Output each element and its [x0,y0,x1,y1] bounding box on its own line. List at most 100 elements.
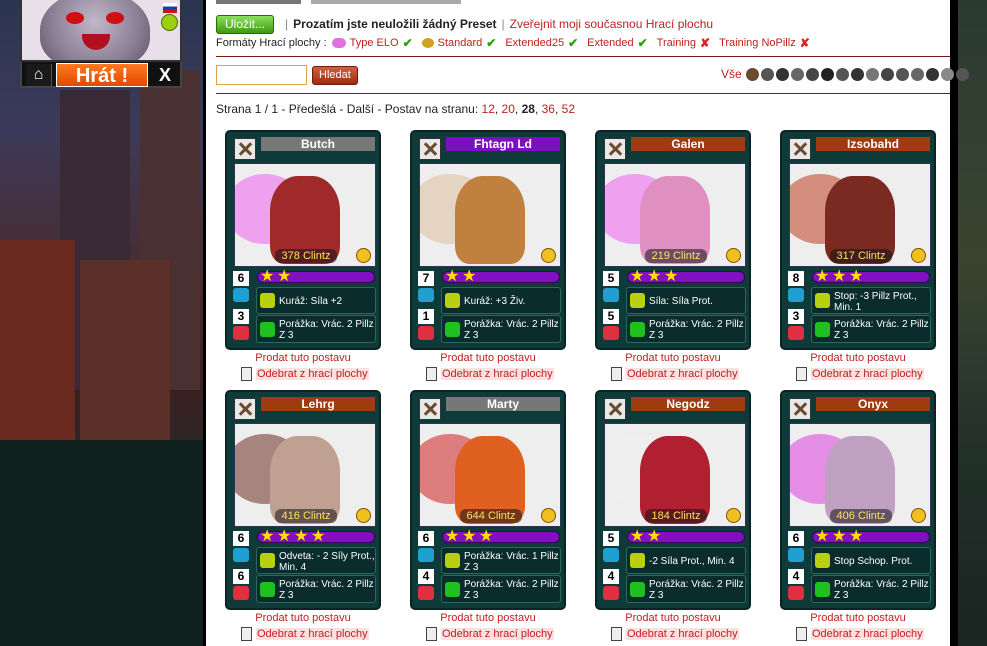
clan-filter-icon[interactable] [835,67,849,81]
card-frame[interactable]: Lehrg 416 Clintz 6 6 ★ ★ ★ ★ Odveta: - 2 Sí… [225,390,381,610]
card-frame[interactable]: Butch 378 Clintz 6 3 ★ ★ Kuráž: Síla +2 P… [225,130,381,350]
clintz-value: 378 Clintz [275,249,337,263]
sell-character-link[interactable]: Prodat tuto postavu [595,352,751,364]
card-frame[interactable]: Fhtagn Ld 7 1 ★ ★ Kuráž: +3 Živ. Porážka:… [410,130,566,350]
sell-character-link[interactable]: Prodat tuto postavu [410,612,566,624]
clan-filter-icon[interactable] [850,67,864,81]
damage-value: 5 [603,309,619,324]
clintz-value: 644 Clintz [460,509,522,523]
format-item[interactable]: Extended25 ✔ [505,36,578,50]
card-frame[interactable]: Onyx 406 Clintz 6 4 ★ ★ ★ Stop Schop. Prot… [780,390,936,610]
bonus-icon [630,582,645,597]
star-icon: ★ [445,528,460,545]
sell-character-link[interactable]: Prodat tuto postavu [225,352,381,364]
close-button[interactable]: X [152,64,178,86]
clintz-value: 406 Clintz [830,509,892,523]
format-item[interactable]: Extended ✔ [587,36,648,50]
per-page-option[interactable]: 52 [562,102,575,116]
clintz-value: 184 Clintz [645,509,707,523]
format-item[interactable]: Training ✘ [657,36,710,50]
bonus-box: Porážka: Vrác. 2 Pillz Z 3 [441,315,561,343]
clan-filter-icon[interactable] [880,67,894,81]
character-card[interactable]: Onyx 406 Clintz 6 4 ★ ★ ★ Stop Schop. Prot… [780,390,936,641]
page-indicator: Strana 1 / 1 [216,102,279,116]
sell-character-link[interactable]: Prodat tuto postavu [410,352,566,364]
bonus-text: Porážka: Vrác. 2 Pillz Z 3 [464,319,559,341]
bonus-text: Porážka: Vrác. 2 Pillz Z 3 [279,579,374,601]
prev-page-link[interactable]: Předešlá [289,102,336,116]
format-item[interactable]: Standard ✔ [421,36,496,50]
character-card[interactable]: Galen 219 Clintz 5 5 ★ ★ ★ Síla: Síla Prot… [595,130,751,381]
bonus-text: Porážka: Vrác. 2 Pillz Z 3 [834,319,929,341]
format-name: Extended25 [505,37,565,49]
card-frame[interactable]: Izsobahd 317 Clintz 8 3 ★ ★ ★ Stop: -3 Pil… [780,130,936,350]
character-card[interactable]: Lehrg 416 Clintz 6 6 ★ ★ ★ ★ Odveta: - 2 Sí… [225,390,381,641]
publish-board-link[interactable]: Zveřejnit moji současnou Hrací plochu [510,17,713,31]
card-frame[interactable]: Negodz 184 Clintz 5 4 ★ ★ -2 Síla Prot., … [595,390,751,610]
clintz-value: 317 Clintz [830,249,892,263]
remove-from-board-link[interactable]: Odebrat z hrací plochy [241,367,369,381]
format-item[interactable]: Training NoPillz ✘ [719,36,810,50]
save-preset-button[interactable]: Uložit... [216,14,275,34]
clan-filter-icon[interactable] [955,67,969,81]
nav-bar: ⌂ Hrát ! X [20,62,182,88]
per-page-option[interactable]: 12 [482,102,495,116]
sell-character-link[interactable]: Prodat tuto postavu [595,612,751,624]
card-frame[interactable]: Galen 219 Clintz 5 5 ★ ★ ★ Síla: Síla Prot… [595,130,751,350]
star-icon: ★ [630,268,645,285]
remove-from-board-link[interactable]: Odebrat z hrací plochy [796,627,924,641]
clan-filter-icon[interactable] [895,67,909,81]
character-card[interactable]: Negodz 184 Clintz 5 4 ★ ★ -2 Síla Prot., … [595,390,751,641]
search-button[interactable]: Hledat [312,65,358,85]
clan-filter-icon[interactable] [820,67,834,81]
clan-filter-icon[interactable] [910,67,924,81]
player-avatar[interactable] [20,0,182,62]
clan-filter-icon[interactable] [925,67,939,81]
card-frame[interactable]: Marty 644 Clintz 6 4 ★ ★ ★ Porážka: Vrác. … [410,390,566,610]
remove-from-board-link[interactable]: Odebrat z hrací plochy [426,367,554,381]
character-card[interactable]: Izsobahd 317 Clintz 8 3 ★ ★ ★ Stop: -3 Pil… [780,130,936,381]
remove-from-board-link[interactable]: Odebrat z hrací plochy [241,627,369,641]
search-input[interactable] [216,65,307,85]
damage-icon [418,586,434,600]
remove-from-board-link[interactable]: Odebrat z hrací plochy [611,367,739,381]
star-icon: ★ [815,268,830,285]
sell-character-link[interactable]: Prodat tuto postavu [780,352,936,364]
filter-all-link[interactable]: Vše [721,67,742,81]
clan-filter-icon[interactable] [805,67,819,81]
ability-text: Síla: Síla Prot. [649,296,713,307]
remove-from-board-link[interactable]: Odebrat z hrací plochy [796,367,924,381]
stars-bar: ★ ★ [627,529,745,545]
ability-icon [260,293,275,308]
play-button[interactable]: Hrát ! [56,63,148,87]
power-value: 8 [788,271,804,286]
clan-filter-icon[interactable] [790,67,804,81]
per-page-option[interactable]: 28 [522,102,535,116]
per-page-option[interactable]: 20 [502,102,515,116]
clan-filter-icon[interactable] [745,67,759,81]
clan-filter-icon[interactable] [865,67,879,81]
star-icon: ★ [664,268,679,285]
clan-filter-icon[interactable] [775,67,789,81]
smiley-icon[interactable] [161,14,178,31]
character-card[interactable]: Butch 378 Clintz 6 3 ★ ★ Kuráž: Síla +2 P… [225,130,381,381]
remove-from-board-link[interactable]: Odebrat z hrací plochy [611,627,739,641]
sell-character-link[interactable]: Prodat tuto postavu [780,612,936,624]
stars-bar: ★ ★ [442,269,560,285]
clan-icon [419,398,441,420]
clan-filter-icon[interactable] [940,67,954,81]
stars-bar: ★ ★ ★ [627,268,745,285]
next-page-link[interactable]: Další [347,102,374,116]
home-button[interactable]: ⌂ [26,64,52,86]
clintz-coin-icon [541,508,556,523]
slovak-flag-icon[interactable] [163,3,177,13]
remove-from-board-link[interactable]: Odebrat z hrací plochy [426,627,554,641]
sell-character-link[interactable]: Prodat tuto postavu [225,612,381,624]
bonus-box: Porážka: Vrác. 2 Pillz Z 3 [626,575,746,603]
character-card[interactable]: Marty 644 Clintz 6 4 ★ ★ ★ Porážka: Vrác. … [410,390,566,641]
clan-filter-icon[interactable] [760,67,774,81]
per-page-option[interactable]: 36 [542,102,555,116]
character-card[interactable]: Fhtagn Ld 7 1 ★ ★ Kuráž: +3 Živ. Porážka:… [410,130,566,381]
remove-label: Odebrat z hrací plochy [626,628,739,640]
format-item[interactable]: Type ELO ✔ [331,36,413,50]
